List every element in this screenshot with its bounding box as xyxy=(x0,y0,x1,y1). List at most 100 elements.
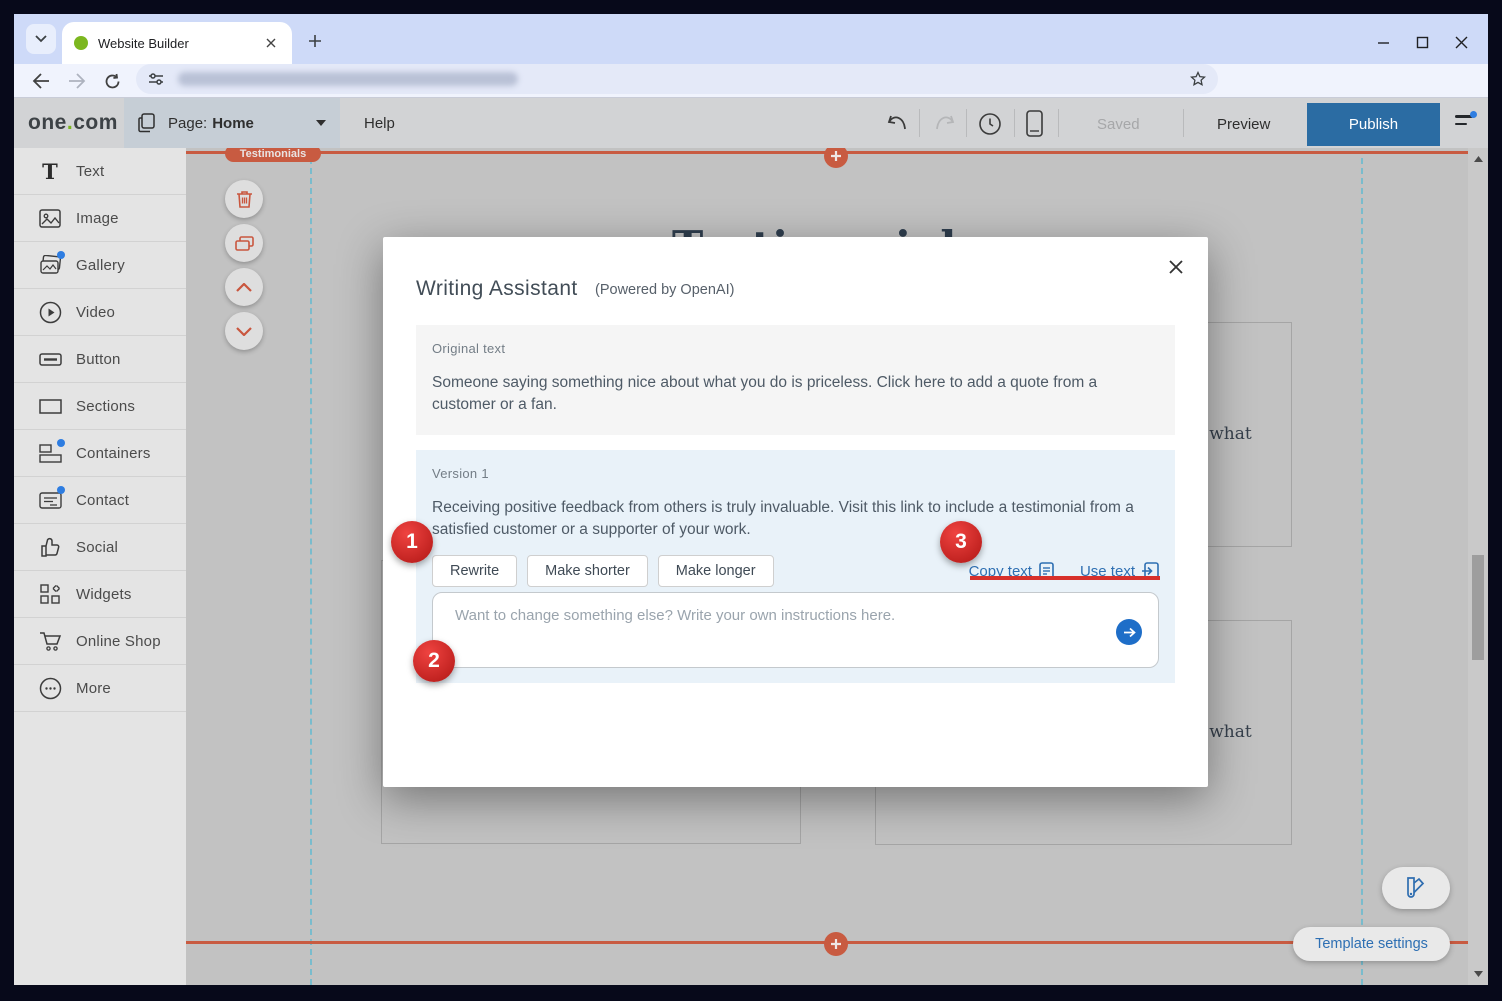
original-text-panel: Original text Someone saying something n… xyxy=(416,325,1175,435)
toolbar-divider xyxy=(1183,109,1184,137)
sidebar-item-online-shop[interactable]: Online Shop xyxy=(14,618,186,665)
site-settings-icon[interactable] xyxy=(148,71,164,87)
delete-section-button[interactable] xyxy=(225,180,263,218)
move-section-up-button[interactable] xyxy=(225,268,263,306)
add-section-top-button[interactable] xyxy=(824,148,848,168)
sidebar-item-gallery[interactable]: Gallery xyxy=(14,242,186,289)
layout-guide-left xyxy=(310,158,312,985)
page-label: Page: xyxy=(168,115,207,132)
page-selector[interactable]: Page: Home xyxy=(124,98,340,148)
redo-icon[interactable] xyxy=(934,112,956,134)
window-minimize-button[interactable] xyxy=(1377,36,1390,49)
sidebar-item-social[interactable]: Social xyxy=(14,524,186,571)
pages-icon xyxy=(138,113,156,133)
scrollbar-thumb[interactable] xyxy=(1472,555,1484,660)
sections-icon xyxy=(38,394,62,418)
original-text-body: Someone saying something nice about what… xyxy=(432,372,1144,416)
gallery-icon xyxy=(38,253,62,277)
version-text-body: Receiving positive feedback from others … xyxy=(432,497,1144,541)
notification-dot xyxy=(57,486,65,494)
modal-subtitle: (Powered by OpenAI) xyxy=(595,282,734,298)
annotation-underline xyxy=(970,576,1160,580)
widgets-icon xyxy=(38,582,62,606)
make-longer-button[interactable]: Make longer xyxy=(658,555,774,587)
send-instructions-button[interactable] xyxy=(1116,619,1142,645)
reload-icon[interactable] xyxy=(101,70,123,92)
toolbar-divider xyxy=(1058,109,1059,137)
original-text-label: Original text xyxy=(432,341,1159,356)
version-label: Version 1 xyxy=(432,466,1159,481)
sidebar-item-more[interactable]: More xyxy=(14,665,186,712)
arrow-right-icon xyxy=(1123,627,1136,638)
version-history-icon[interactable] xyxy=(978,112,1002,136)
scroll-down-icon[interactable] xyxy=(1468,965,1488,983)
section-label: Testimonials xyxy=(225,148,321,162)
containers-icon xyxy=(38,441,62,465)
save-status: Saved xyxy=(1097,116,1140,133)
sidebar-item-image[interactable]: Image xyxy=(14,195,186,242)
page-dropdown-caret-icon xyxy=(316,120,326,126)
preview-button[interactable]: Preview xyxy=(1217,116,1270,133)
element-sidebar: T Text Image Gallery Video Button Sectio… xyxy=(14,148,186,985)
new-tab-button[interactable] xyxy=(300,26,330,56)
toolbar-divider xyxy=(1014,109,1015,137)
help-menu[interactable]: Help xyxy=(364,115,395,132)
instructions-input-box[interactable] xyxy=(432,592,1159,668)
toolbar-divider xyxy=(919,109,920,137)
notification-dot xyxy=(57,439,65,447)
contact-icon xyxy=(38,488,62,512)
forward-icon[interactable] xyxy=(66,70,88,92)
sidebar-item-contact[interactable]: Contact xyxy=(14,477,186,524)
template-settings-button[interactable]: Template settings xyxy=(1293,927,1450,961)
make-shorter-button[interactable]: Make shorter xyxy=(527,555,648,587)
tab-close-icon[interactable] xyxy=(262,34,280,52)
tab-search-chevron-icon[interactable] xyxy=(26,24,56,54)
add-section-bottom-button[interactable] xyxy=(824,932,848,956)
layout-guide-right xyxy=(1361,158,1363,985)
scroll-up-icon[interactable] xyxy=(1468,150,1488,168)
url-text-blurred xyxy=(178,72,518,86)
sidebar-item-widgets[interactable]: Widgets xyxy=(14,571,186,618)
sidebar-item-button[interactable]: Button xyxy=(14,336,186,383)
text-icon: T xyxy=(38,159,62,183)
annotation-badge-3: 3 xyxy=(940,521,982,563)
undo-icon[interactable] xyxy=(886,112,908,134)
one-com-logo: one.com xyxy=(28,111,118,135)
duplicate-section-button[interactable] xyxy=(225,224,263,262)
sidebar-item-text[interactable]: T Text xyxy=(14,148,186,195)
mobile-preview-icon[interactable] xyxy=(1026,110,1043,137)
window-maximize-button[interactable] xyxy=(1416,36,1429,49)
back-icon[interactable] xyxy=(30,70,52,92)
window-close-button[interactable] xyxy=(1455,36,1468,49)
image-icon xyxy=(38,206,62,230)
sidebar-item-containers[interactable]: Containers xyxy=(14,430,186,477)
button-icon xyxy=(38,347,62,371)
modal-title: Writing Assistant xyxy=(416,277,578,301)
settings-menu-icon[interactable] xyxy=(1455,115,1473,130)
toolbar-divider xyxy=(966,109,967,137)
address-bar[interactable] xyxy=(136,64,1218,94)
page-scrollbar[interactable] xyxy=(1468,148,1488,985)
move-section-down-button[interactable] xyxy=(225,312,263,350)
annotation-badge-1: 1 xyxy=(391,521,433,563)
sidebar-item-video[interactable]: Video xyxy=(14,289,186,336)
instructions-textarea[interactable] xyxy=(453,605,1097,661)
more-icon xyxy=(38,676,62,700)
annotation-badge-2: 2 xyxy=(413,640,455,682)
page-value: Home xyxy=(212,115,254,132)
publish-button[interactable]: Publish xyxy=(1307,103,1440,146)
online-shop-icon xyxy=(38,629,62,653)
palette-icon xyxy=(1403,875,1429,901)
tab-title: Website Builder xyxy=(98,36,262,51)
notification-dot xyxy=(57,251,65,259)
social-icon xyxy=(38,535,62,559)
rewrite-button[interactable]: Rewrite xyxy=(432,555,517,587)
tab-favicon xyxy=(74,36,88,50)
sidebar-item-sections[interactable]: Sections xyxy=(14,383,186,430)
writing-assistant-modal: Writing Assistant (Powered by OpenAI) Or… xyxy=(383,237,1208,787)
modal-close-icon[interactable] xyxy=(1166,257,1186,277)
video-icon xyxy=(38,300,62,324)
browser-tab[interactable]: Website Builder xyxy=(62,22,292,64)
template-style-button[interactable] xyxy=(1382,867,1450,909)
bookmark-star-icon[interactable] xyxy=(1190,71,1206,87)
